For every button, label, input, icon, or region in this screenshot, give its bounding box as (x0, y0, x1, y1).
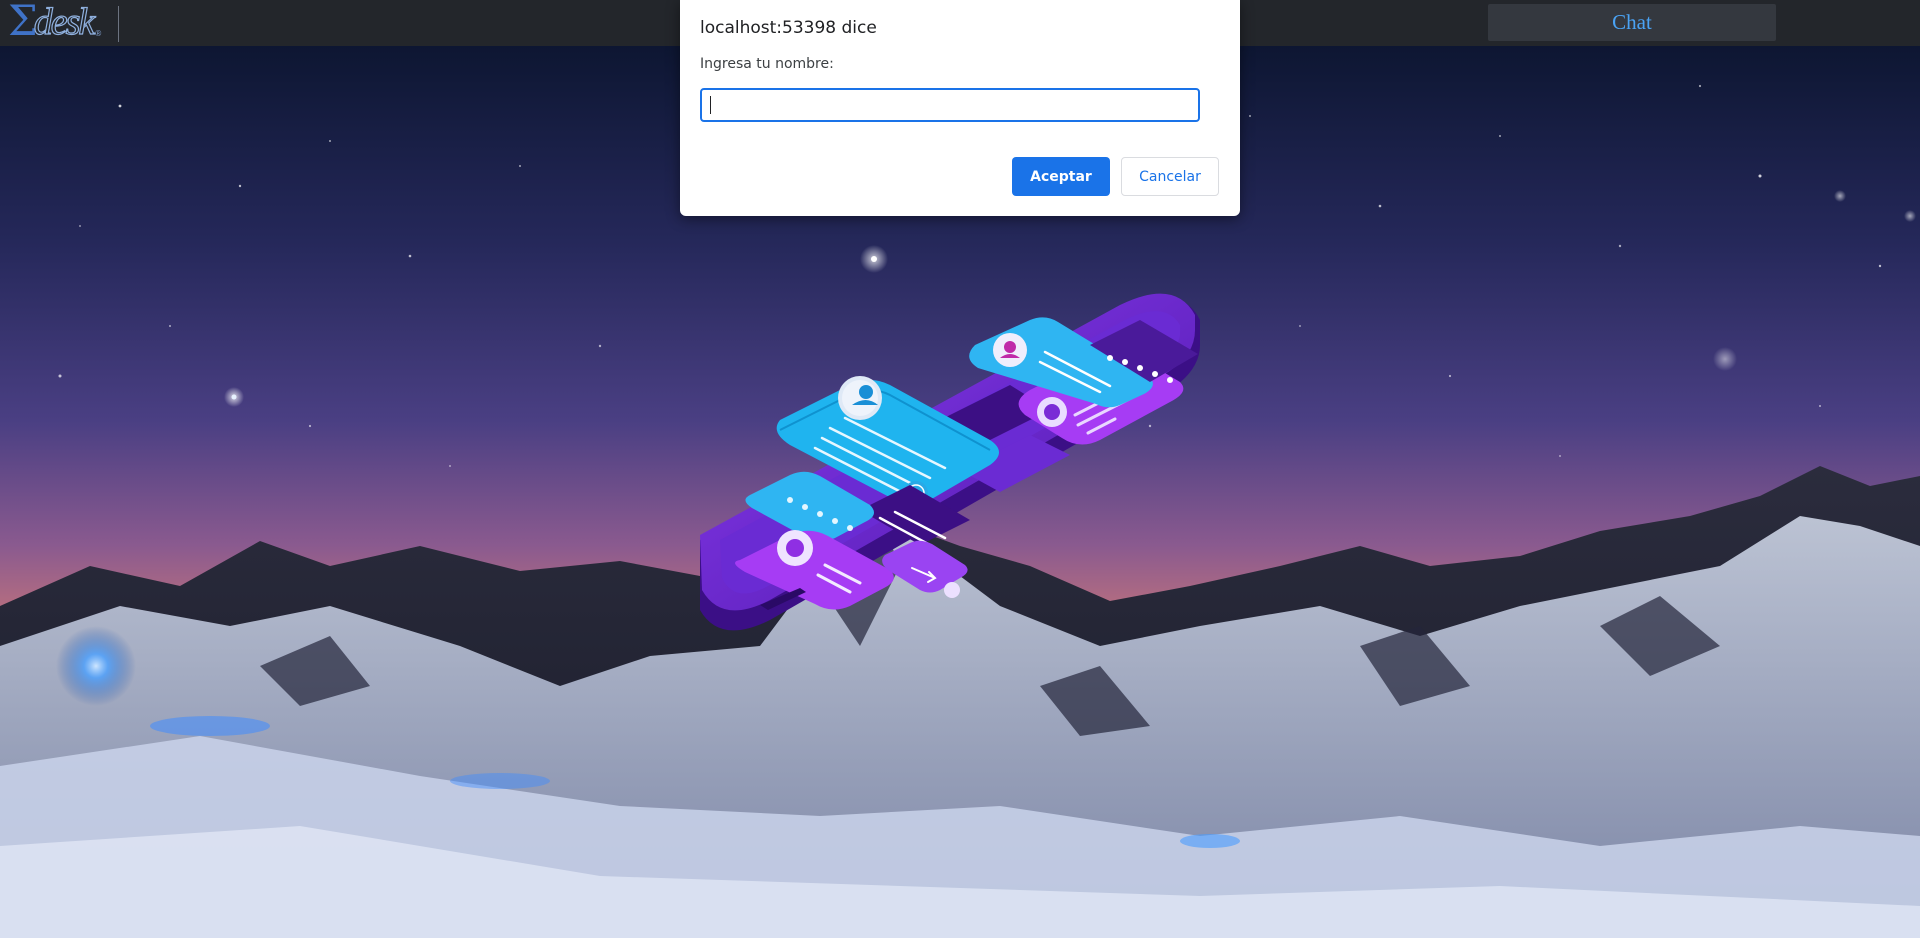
app-logo[interactable]: Σ desk ® (8, 0, 102, 46)
chat-button[interactable]: Chat (1488, 4, 1776, 41)
logo-registered-mark: ® (94, 29, 103, 38)
dialog-message: Ingresa tu nombre: (700, 56, 834, 72)
accept-button[interactable]: Aceptar (1012, 157, 1110, 196)
dialog-title: localhost:53398 dice (700, 18, 877, 38)
navbar-divider (118, 6, 119, 42)
prompt-dialog: localhost:53398 dice Ingresa tu nombre: … (680, 0, 1240, 216)
logo-text: desk (33, 0, 96, 43)
name-input[interactable] (700, 88, 1200, 122)
text-caret (710, 96, 711, 114)
page-root: Σ desk ® Chat localhost:53398 dice Ingre… (0, 0, 1920, 938)
cancel-button[interactable]: Cancelar (1121, 157, 1219, 196)
